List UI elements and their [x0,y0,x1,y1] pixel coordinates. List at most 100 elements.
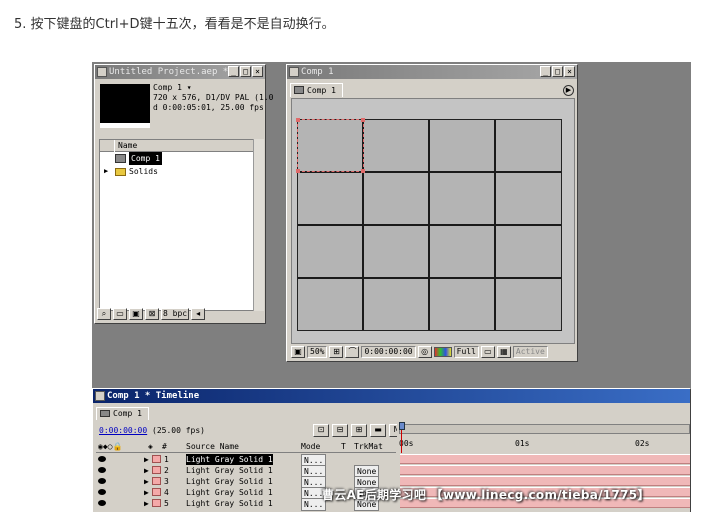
comp-viewer[interactable] [291,98,575,344]
twirl-icon[interactable]: ▶ [144,476,149,487]
layer-number: 5 [164,499,169,508]
project-window: Untitled Project.aep * _ □ × Comp 1 ▾ 72… [94,64,273,324]
transform-handle[interactable] [296,169,300,173]
comp-marker-icon[interactable]: ⊡ [313,424,329,437]
snapshot-icon[interactable]: ◎ [417,346,432,358]
layer-source-name[interactable]: Light Gray Solid 1 [186,498,273,509]
eye-icon[interactable] [98,489,106,495]
ae-app-icon [97,67,107,77]
bit-depth-button[interactable]: 8 bpc [161,308,190,320]
layer-source-name[interactable]: Light Gray Solid 1 [186,487,273,498]
comp-info-size: 720 x 576, D1/DV PAL (1.0 [153,93,274,102]
close-button[interactable]: × [564,66,575,77]
composition-icon [294,86,304,94]
timeline-time-display: 0:00:00:00 (25.00 fps) [99,425,205,437]
layer-number: 2 [164,466,169,475]
timeline-timecode[interactable]: 0:00:00:00 [99,426,147,435]
project-title: Untitled Project.aep * [109,67,229,77]
layer-row[interactable]: ▶ 2 Light Gray Solid 1 N... None [96,465,396,478]
layer-column-header: ◉◆○🔒 ◈ # Source Name Mode T TrkMat [96,441,396,453]
eye-icon[interactable] [98,456,106,462]
camera-select[interactable]: Active [512,346,548,358]
layer-selection-box[interactable] [297,119,364,172]
project-titlebar[interactable]: Untitled Project.aep * _ □ × [95,65,265,79]
folder-icon [115,167,126,176]
frame-blend-icon[interactable]: ⊞ [351,424,367,437]
always-preview-icon[interactable]: ▣ [291,346,305,358]
comp-titlebar[interactable]: Comp 1 _ □ × [287,65,577,79]
layer-row[interactable]: ▶ 1 Light Gray Solid 1 N... [96,454,396,467]
trkmat-column-header[interactable]: TrkMat [354,441,383,453]
maximize-button[interactable]: □ [240,66,251,77]
close-button[interactable]: × [252,66,263,77]
motion-blur-icon[interactable]: ▬ [370,424,386,437]
project-item-list[interactable]: Name Comp 1 ▶ Solids [99,139,261,311]
layer-track-area[interactable] [398,453,690,512]
twirl-icon[interactable]: ▶ [144,487,149,498]
expand-triangle-icon[interactable]: ▶ [104,165,112,178]
graph-icon[interactable]: ⊟ [332,424,348,437]
current-time-field[interactable]: 0:00:00:00 [361,346,416,358]
layer-label-color[interactable] [152,466,161,474]
timeline-title: Comp 1 * Timeline [107,391,200,401]
transparency-grid-icon[interactable]: ▦ [496,346,511,358]
layer-source-name[interactable]: Light Gray Solid 1 [186,465,273,476]
resolution-select[interactable]: Full [453,346,479,358]
layer-source-name[interactable]: Light Gray Solid 1 [186,454,273,465]
twirl-icon[interactable]: ▶ [144,498,149,509]
transform-handle[interactable] [361,118,365,122]
transform-handle[interactable] [361,169,365,173]
zoom-select[interactable]: 50% [307,346,328,358]
time-ruler[interactable]: 00s 01s 02s [397,422,690,454]
new-comp-icon[interactable]: ▣ [129,308,143,320]
project-scrollbar[interactable] [253,139,264,311]
region-of-interest-icon[interactable]: ▭ [480,346,495,358]
minimize-button[interactable]: _ [540,66,551,77]
av-switches-icon[interactable]: ◉◆○🔒 [98,441,122,453]
preserve-transparency-header[interactable]: T [341,441,346,453]
layer-label-color[interactable] [152,477,161,485]
comp-info-name[interactable]: Comp 1 ▾ [153,83,273,93]
current-time-indicator[interactable] [399,422,405,454]
layer-duration-bar[interactable] [400,454,690,464]
transform-handle[interactable] [296,118,300,122]
mask-view-icon[interactable]: ⌒ [345,346,360,358]
eye-icon[interactable] [98,500,106,506]
layer-label-color[interactable] [152,488,161,496]
comp-info: Comp 1 ▾ 720 x 576, D1/DV PAL (1.0 d 0:0… [153,83,273,113]
find-icon[interactable]: ⌕ [97,308,111,320]
minimize-button[interactable]: _ [228,66,239,77]
timeline-tab[interactable]: Comp 1 [96,407,149,420]
layer-label-color[interactable] [152,499,161,507]
comp-tab[interactable]: Comp 1 [290,83,343,97]
composition-icon [115,154,126,163]
comp-options-menu-icon[interactable]: ▶ [563,85,574,96]
work-area-bar[interactable] [399,424,690,434]
label-column-icon[interactable]: ◈ [148,441,153,453]
eye-icon[interactable] [98,467,106,473]
mode-column-header[interactable]: Mode [301,441,320,453]
source-name-column-header[interactable]: Source Name [186,441,239,453]
layer-number: 3 [164,477,169,486]
name-column-header[interactable]: Name [114,140,244,152]
eye-icon[interactable] [98,478,106,484]
channel-icon[interactable] [433,347,452,357]
maximize-button[interactable]: □ [552,66,563,77]
number-column-header[interactable]: # [162,441,167,453]
layer-duration-bar[interactable] [400,476,690,486]
twirl-icon[interactable]: ▶ [144,465,149,476]
project-item-comp[interactable]: Comp 1 [100,152,260,165]
new-folder-icon[interactable]: ▭ [113,308,127,320]
layer-label-color[interactable] [152,455,161,463]
solid-grid[interactable] [296,118,562,331]
twirl-icon[interactable]: ▶ [144,454,149,465]
layer-duration-bar[interactable] [400,465,690,475]
layer-source-name[interactable]: Light Gray Solid 1 [186,476,273,487]
scroll-left-icon[interactable]: ◂ [191,308,206,320]
timeline-fps: (25.00 fps) [152,426,205,435]
trash-icon[interactable]: ⊠ [145,308,159,320]
project-item-label: Solids [129,167,158,176]
timeline-titlebar[interactable]: Comp 1 * Timeline [93,389,690,403]
project-item-folder[interactable]: ▶ Solids [100,165,260,178]
safe-zones-icon[interactable]: ⊞ [329,346,344,358]
